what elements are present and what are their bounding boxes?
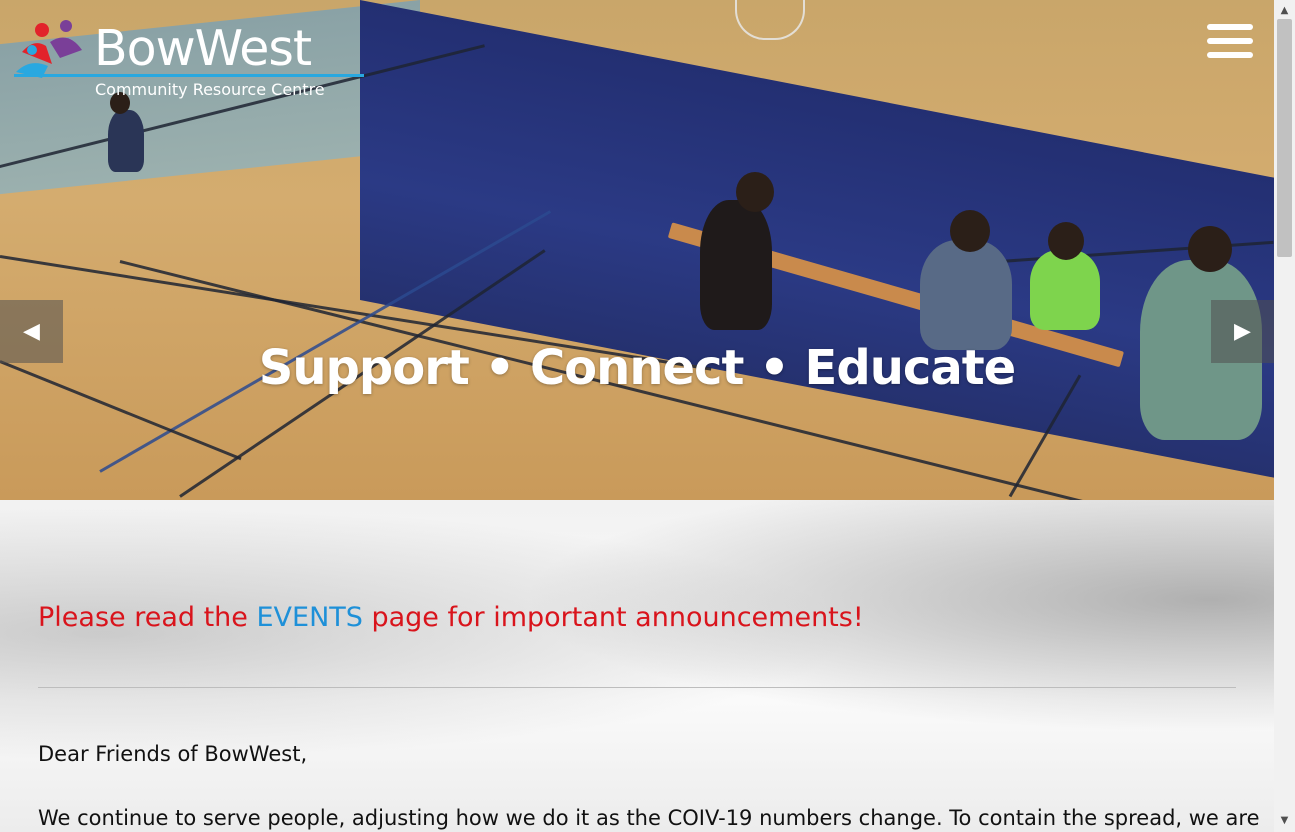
site-logo[interactable]: BowWest Community Resource Centre — [12, 14, 364, 104]
logo-underline — [14, 74, 364, 77]
logo-people-icon — [16, 20, 82, 78]
announcement-prefix: Please read the — [38, 602, 257, 633]
menu-bar — [1207, 24, 1253, 30]
announcement-suffix: page for important announcements! — [362, 602, 864, 633]
scroll-up-arrow-icon[interactable]: ▲ — [1274, 2, 1295, 19]
letter-salutation: Dear Friends of BowWest, — [38, 742, 308, 766]
page-scrollbar[interactable]: ▲ ▼ — [1274, 0, 1295, 832]
menu-bar — [1207, 38, 1253, 44]
hamburger-menu-icon[interactable] — [1207, 24, 1253, 64]
scroll-down-arrow-icon[interactable]: ▼ — [1274, 812, 1295, 829]
player-head — [1188, 226, 1232, 272]
section-divider — [38, 687, 1236, 688]
caret-left-icon: ◀ — [23, 319, 40, 344]
player-figure — [1030, 250, 1100, 330]
events-link[interactable]: EVENTS — [256, 602, 362, 633]
hero-slider: BowWest Community Resource Centre Suppor… — [0, 0, 1274, 500]
basketball-hoop — [735, 0, 805, 40]
player-head — [736, 172, 774, 212]
letter-body: We continue to serve people, adjusting h… — [38, 806, 1260, 830]
background-wall-padding — [360, 0, 1274, 478]
scrollbar-thumb[interactable] — [1277, 19, 1292, 257]
player-figure — [700, 200, 772, 330]
caret-right-icon: ▶ — [1234, 319, 1251, 344]
hero-caption: Support • Connect • Educate — [258, 340, 1016, 396]
menu-bar — [1207, 52, 1253, 58]
player-head — [950, 210, 990, 252]
logo-title: BowWest — [94, 20, 312, 77]
main-content: Please read the EVENTS page for importan… — [0, 500, 1274, 832]
player-figure — [108, 110, 144, 172]
player-figure — [920, 240, 1012, 350]
slider-next-button[interactable]: ▶ — [1211, 300, 1274, 363]
slider-prev-button[interactable]: ◀ — [0, 300, 63, 363]
logo-subtitle: Community Resource Centre — [95, 80, 325, 99]
events-announcement: Please read the EVENTS page for importan… — [38, 602, 864, 633]
player-head — [1048, 222, 1084, 260]
